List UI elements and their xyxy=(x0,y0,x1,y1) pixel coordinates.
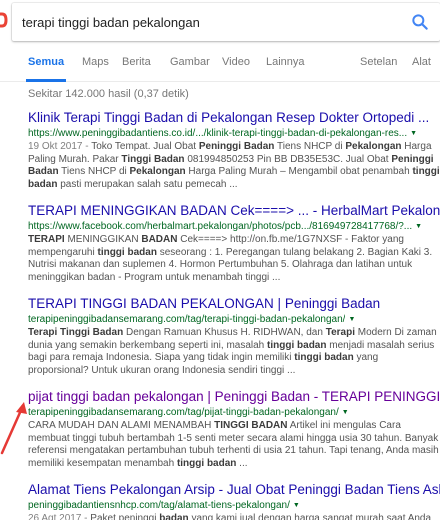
result-title-link[interactable]: TERAPI TINGGI BADAN PEKALONGAN | Peningg… xyxy=(28,295,440,312)
snippet-highlight: Pekalongan xyxy=(345,141,402,152)
search-result: Alamat Tiens Pekalongan Arsip - Jual Oba… xyxy=(28,481,440,520)
tab-videos[interactable]: Video xyxy=(222,56,250,68)
url-dropdown-icon[interactable]: ▼ xyxy=(415,223,422,230)
result-snippet: 26 Agt 2017 - Paket peninggi badan yang … xyxy=(28,513,440,520)
snippet-highlight: Terapi xyxy=(325,327,355,338)
search-result: TERAPI TINGGI BADAN PEKALONGAN | Peningg… xyxy=(28,295,440,377)
snippet-text: pasti merupakan salah satu pemecah ... xyxy=(57,178,238,190)
url-dropdown-icon[interactable]: ▼ xyxy=(348,316,355,323)
tab-all[interactable]: Semua xyxy=(28,56,64,68)
snippet-text: Paket peninggi xyxy=(87,513,160,520)
snippet-text: Dengan Ramuan Khusus H. RIDHWAN, dan xyxy=(123,327,326,338)
snippet-text: Toko Tempat. Jual Obat xyxy=(88,141,199,152)
result-date: 26 Agt 2017 - xyxy=(28,513,88,520)
url-dropdown-icon[interactable]: ▼ xyxy=(342,409,349,416)
tab-news[interactable]: Berita xyxy=(122,56,151,68)
result-title-link[interactable]: TERAPI MENINGGIKAN BADAN Cek====> ... - … xyxy=(28,202,440,219)
result-date: 19 Okt 2017 - xyxy=(28,141,89,152)
search-header: Semua Maps Berita Gambar Video Lainnya S… xyxy=(0,0,440,82)
result-url[interactable]: https://www.facebook.com/herbalmart.peka… xyxy=(28,221,412,232)
snippet-text: CARA MUDAH DAN ALAMI MENAMBAH xyxy=(28,420,215,431)
tab-maps[interactable]: Maps xyxy=(82,56,109,68)
snippet-text: MENINGGIKAN xyxy=(64,234,142,245)
result-title-link[interactable]: pijat tinggi badan pekalongan | Peninggi… xyxy=(28,388,440,405)
result-snippet: 19 Okt 2017 - Toko Tempat. Jual Obat Pen… xyxy=(28,141,440,191)
snippet-highlight: Tinggi Badan xyxy=(121,153,185,165)
result-url[interactable]: peninggibadantiensnhcp.com/tag/alamat-ti… xyxy=(28,500,290,511)
snippet-highlight: Peninggi Badan xyxy=(198,141,275,152)
snippet-text: Tiens NHCP di xyxy=(274,141,346,152)
google-logo-fragment[interactable] xyxy=(0,10,8,30)
result-snippet: TERAPI MENINGGIKAN BADAN Cek====> http:/… xyxy=(28,234,440,284)
result-snippet: CARA MUDAH DAN ALAMI MENAMBAH TINGGI BAD… xyxy=(28,420,440,470)
result-title-link[interactable]: Klinik Terapi Tinggi Badan di Pekalongan… xyxy=(28,109,440,126)
snippet-text: Tiens NHCP di xyxy=(58,166,130,177)
snippet-highlight: TINGGI BADAN xyxy=(214,420,288,431)
result-url[interactable]: terapipeninggibadansemarang.com/tag/pija… xyxy=(28,407,339,418)
tab-settings[interactable]: Setelan xyxy=(360,56,397,68)
snippet-text: Harga Paling Murah – Mengambil obat pena… xyxy=(185,166,413,177)
search-box xyxy=(12,3,440,41)
snippet-highlight: BADAN xyxy=(141,234,178,245)
result-title-link[interactable]: Alamat Tiens Pekalongan Arsip - Jual Oba… xyxy=(28,481,440,498)
result-url[interactable]: https://www.peninggibadantiens.co.id/...… xyxy=(28,128,407,139)
snippet-highlight: Terapi Tinggi Badan xyxy=(28,327,124,338)
search-result: TERAPI MENINGGIKAN BADAN Cek====> ... - … xyxy=(28,202,440,284)
active-tab-indicator xyxy=(26,79,66,82)
snippet-text: ... xyxy=(236,457,248,469)
snippet-highlight: tinggi badan xyxy=(176,457,237,469)
snippet-highlight: tinggi badan xyxy=(267,339,327,351)
tab-tools[interactable]: Alat xyxy=(412,56,431,68)
url-dropdown-icon[interactable]: ▼ xyxy=(410,130,417,137)
snippet-highlight: tinggi badan xyxy=(97,246,157,258)
tab-more[interactable]: Lainnya xyxy=(266,56,305,68)
snippet-highlight: Pekalongan xyxy=(129,166,186,177)
snippet-text: 081994850253 Pin BB DB35E53C. Jual Obat xyxy=(184,153,392,165)
snippet-highlight: badan xyxy=(159,513,189,520)
result-stats: Sekitar 142.000 hasil (0,37 detik) xyxy=(28,88,189,100)
search-result: pijat tinggi badan pekalongan | Peninggi… xyxy=(28,388,440,470)
red-arrow-annotation xyxy=(0,402,27,455)
snippet-highlight: TERAPI xyxy=(28,234,65,245)
search-result: Klinik Terapi Tinggi Badan di Pekalongan… xyxy=(28,109,440,191)
snippet-highlight: tinggi badan xyxy=(294,352,354,363)
search-input[interactable] xyxy=(22,3,392,41)
result-snippet: Terapi Tinggi Badan Dengan Ramuan Khusus… xyxy=(28,327,440,377)
tab-images[interactable]: Gambar xyxy=(170,56,210,68)
result-url[interactable]: terapipeninggibadansemarang.com/tag/tera… xyxy=(28,314,345,325)
search-icon[interactable] xyxy=(410,12,430,32)
search-tabs: Semua Maps Berita Gambar Video Lainnya S… xyxy=(0,50,440,82)
url-dropdown-icon[interactable]: ▼ xyxy=(293,502,300,509)
